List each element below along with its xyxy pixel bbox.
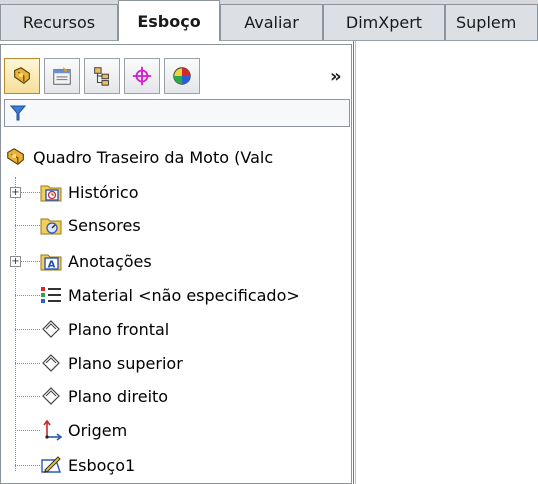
- tree-item-label: Material <não especificado>: [68, 285, 300, 305]
- tree-connector: [15, 225, 40, 226]
- tree-connector: [15, 295, 40, 296]
- configurationmanager-tab-button[interactable]: [84, 58, 120, 94]
- tree-item-material[interactable]: Material <não especificado>: [40, 280, 300, 310]
- tree-item-label: Esboço1: [68, 455, 136, 475]
- plane-icon: [40, 385, 62, 407]
- tab-esboco[interactable]: Esboço: [118, 0, 220, 41]
- tree-item-plano-superior[interactable]: Plano superior: [40, 348, 183, 378]
- tab-recursos[interactable]: Recursos: [0, 4, 118, 40]
- tree-connector: [15, 430, 40, 431]
- tab-label: Recursos: [22, 13, 96, 32]
- material-icon: [40, 284, 62, 306]
- tree-item-label: Sensores: [68, 215, 141, 235]
- tree-item-anotacoes[interactable]: A Anotações: [40, 246, 152, 276]
- tree-item-label: Histórico: [68, 182, 139, 202]
- tree-connector: [15, 396, 40, 397]
- tree-item-label: Origem: [68, 420, 128, 440]
- propertymanager-icon: [51, 65, 73, 87]
- tree-item-historico[interactable]: Histórico: [40, 177, 138, 207]
- dimxpert-manager-icon: [131, 65, 153, 87]
- tab-dimxpert[interactable]: DimXpert: [323, 4, 445, 40]
- tree-item-label: Plano direito: [68, 386, 169, 406]
- expand-toggle[interactable]: +: [10, 256, 21, 267]
- featuremanager-panel: » Quadro Traseiro da Moto (Valc + Histór…: [0, 41, 354, 484]
- tab-suplementos[interactable]: Suplem: [445, 4, 538, 40]
- tree-item-sensores[interactable]: Sensores: [40, 210, 141, 240]
- configurationmanager-icon: [91, 65, 113, 87]
- tree-connector: [15, 363, 40, 364]
- tree-item-esboco1[interactable]: Esboço1: [40, 450, 135, 480]
- filter-icon: [10, 105, 26, 121]
- tab-label: DimXpert: [345, 13, 423, 32]
- tree-item-origem[interactable]: Origem: [40, 415, 127, 445]
- filter-bar[interactable]: [4, 99, 350, 127]
- tree-connector: [15, 465, 40, 466]
- tree-root[interactable]: Quadro Traseiro da Moto (Valc: [5, 142, 273, 172]
- expand-toggle[interactable]: +: [10, 187, 21, 198]
- part-icon: [5, 146, 27, 168]
- tree-item-plano-direito[interactable]: Plano direito: [40, 381, 168, 411]
- tree-connector: [15, 329, 40, 330]
- tree-connector: [15, 177, 16, 471]
- command-manager-tabs: Recursos Esboço Avaliar DimXpert Suplem: [0, 0, 538, 41]
- annotations-icon: A: [40, 250, 62, 272]
- more-tabs-chevron[interactable]: »: [330, 66, 342, 87]
- display-manager-tab-button[interactable]: [164, 58, 200, 94]
- plane-icon: [40, 352, 62, 374]
- plane-icon: [40, 318, 62, 340]
- history-icon: [40, 181, 62, 203]
- tree-item-label: Plano frontal: [68, 319, 170, 339]
- tree-item-plano-frontal[interactable]: Plano frontal: [40, 314, 169, 344]
- panel-toolbar: »: [4, 58, 350, 94]
- tab-label: Suplem: [456, 13, 517, 32]
- tab-label: Esboço: [137, 11, 201, 31]
- propertymanager-tab-button[interactable]: [44, 58, 80, 94]
- dimxpert-manager-tab-button[interactable]: [124, 58, 160, 94]
- display-manager-icon: [171, 65, 193, 87]
- origin-icon: [40, 419, 62, 441]
- tab-label: Avaliar: [244, 13, 299, 32]
- svg-text:A: A: [48, 260, 56, 271]
- sensors-icon: [40, 214, 62, 236]
- tree-item-label: Plano superior: [68, 353, 183, 373]
- featuremanager-icon: [11, 65, 33, 87]
- tab-avaliar[interactable]: Avaliar: [220, 4, 323, 40]
- graphics-area[interactable]: [355, 41, 538, 484]
- tree-item-label: Anotações: [68, 251, 152, 271]
- tree-root-label: Quadro Traseiro da Moto (Valc: [33, 147, 274, 167]
- sketch-icon: [40, 454, 62, 476]
- featuremanager-tab-button[interactable]: [4, 58, 40, 94]
